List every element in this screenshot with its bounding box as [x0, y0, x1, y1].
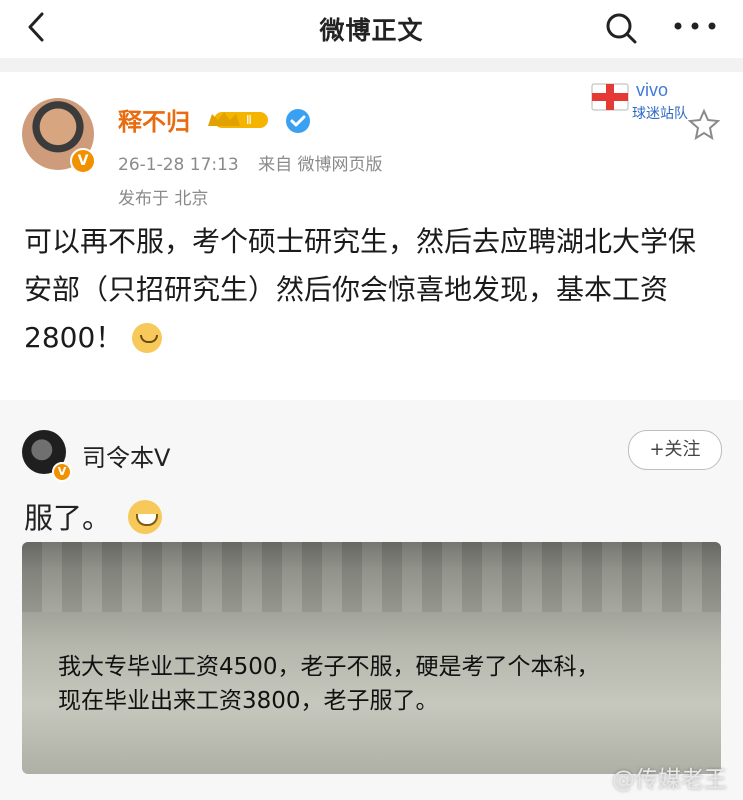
post-time: 26-1-28 17:13	[118, 155, 239, 175]
post-source[interactable]: 来自 微博网页版	[258, 155, 382, 175]
repost-text: 服了。	[24, 501, 112, 535]
top-navigation-bar: 微博正文	[0, 0, 743, 59]
member-crown-badge-icon: Ⅱ	[208, 112, 268, 128]
svg-text:Ⅱ: Ⅱ	[246, 113, 252, 127]
search-icon[interactable]	[602, 8, 642, 48]
repost-image[interactable]: 我大专毕业工资4500，老子不服，硬是考了个本科， 现在毕业出来工资3800，老…	[22, 542, 721, 774]
author-name[interactable]: 释不归	[118, 102, 190, 137]
favorite-star-icon[interactable]	[688, 108, 720, 140]
image-caption: 我大专毕业工资4500，老子不服，硬是考了个本科， 现在毕业出来工资3800，老…	[58, 650, 698, 718]
retweet-card: V 司令本V +关注 服了。 我大专毕业工资4500，老子不服，硬是考了个本科，…	[0, 400, 743, 800]
repost-verified-v-badge-icon: V	[52, 462, 72, 482]
follow-button[interactable]: +关注	[628, 430, 722, 470]
vivo-fan-badge-icon: vivo 球迷站队	[591, 80, 688, 122]
post-text: 可以再不服，考个硕士研究生，然后去应聘湖北大学保安部（只招研究生）然后你会惊喜地…	[24, 225, 697, 354]
verified-v-badge-icon: V	[70, 148, 96, 174]
post-meta: 26-1-28 17:13 来自 微博网页版	[118, 150, 397, 175]
watermark: @传媒老王	[612, 767, 727, 793]
doge-emoji-icon	[132, 323, 163, 353]
svg-text:vivo: vivo	[636, 80, 668, 100]
svg-text:球迷站队: 球迷站队	[632, 106, 688, 122]
post-card: V 释不归 Ⅱ 26-1-28 17:13 来自 微博网页版 发布于 北京 可以…	[0, 72, 743, 402]
post-location: 发布于 北京	[118, 189, 209, 209]
repost-author-name[interactable]: 司令本V	[82, 438, 170, 473]
grin-emoji-icon	[128, 500, 163, 534]
verified-blue-icon	[286, 109, 310, 133]
repost-content: 服了。	[24, 494, 163, 537]
section-gap	[0, 58, 743, 72]
image-caption-line-1: 我大专毕业工资4500，老子不服，硬是考了个本科，	[58, 654, 600, 680]
post-content: 可以再不服，考个硕士研究生，然后去应聘湖北大学保安部（只招研究生）然后你会惊喜地…	[24, 218, 714, 362]
image-caption-line-2: 现在毕业出来工资3800，老子服了。	[58, 688, 439, 714]
more-options-icon[interactable]	[670, 14, 720, 38]
